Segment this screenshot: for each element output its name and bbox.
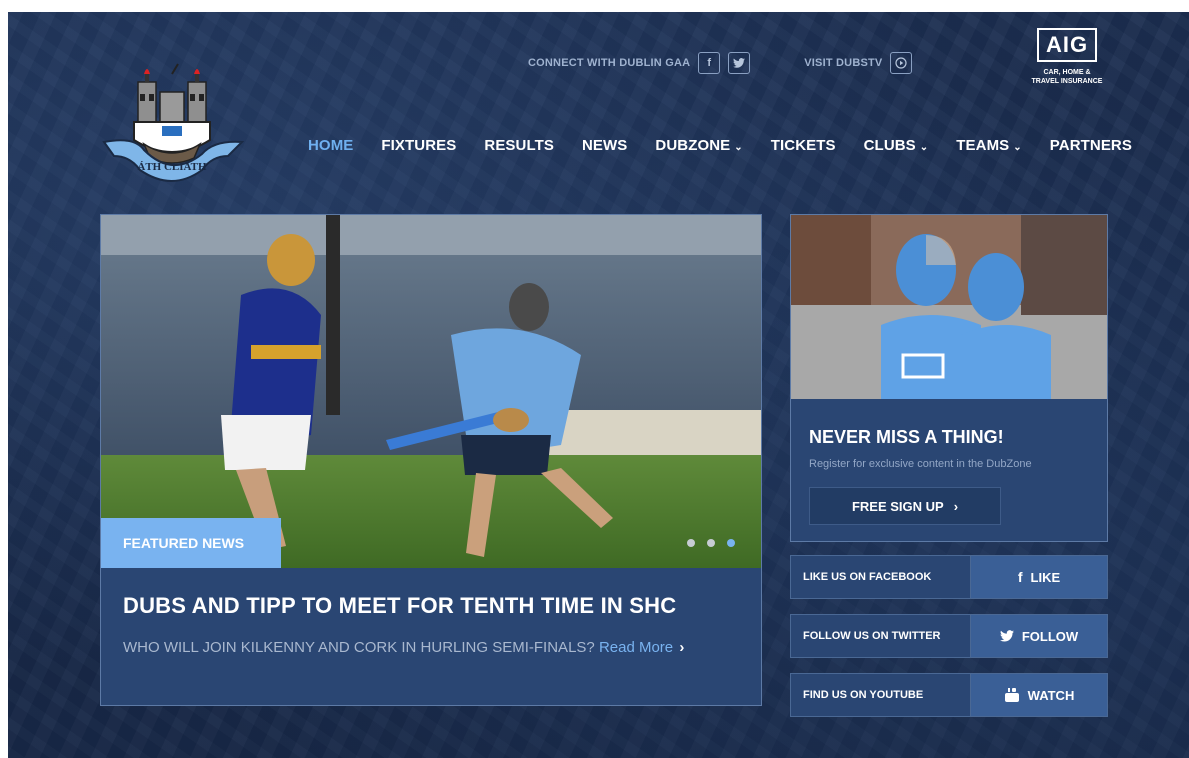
twitter-icon: [999, 630, 1014, 642]
facebook-icon: f: [1017, 569, 1023, 585]
nav-dubzone[interactable]: DUBZONE ⌄: [655, 135, 742, 156]
facebook-like-label: LIKE: [1030, 569, 1061, 585]
nav-home[interactable]: HOME: [308, 135, 353, 156]
twitter-follow-button[interactable]: FOLLOW: [970, 614, 1108, 658]
nav-tickets[interactable]: TICKETS: [771, 135, 836, 156]
twitter-follow-row: FOLLOW US ON TWITTER FOLLOW: [790, 614, 1108, 658]
slider-dots: [687, 539, 735, 547]
chevron-right-icon: ›: [953, 498, 959, 514]
aig-logo-text: AIG: [1037, 28, 1097, 62]
twitter-follow-label: FOLLOW: [1021, 628, 1079, 644]
nav-fixtures[interactable]: FIXTURES: [381, 135, 456, 156]
dublin-gaa-crest-logo[interactable]: ÁTH CLIATH: [100, 54, 245, 184]
slide-dot-1[interactable]: [687, 539, 695, 547]
free-signup-label: FREE SIGN UP: [851, 498, 944, 514]
chevron-down-icon: ⌄: [734, 142, 743, 153]
slide-dot-2[interactable]: [707, 539, 715, 547]
chevron-down-icon: ⌄: [919, 142, 929, 153]
crest-motto: ÁTH CLIATH: [137, 161, 207, 173]
facebook-like-button[interactable]: f LIKE: [970, 555, 1108, 599]
kids-face-paint-photo: [791, 215, 1107, 399]
facebook-like-row: LIKE US ON FACEBOOK f LIKE: [790, 555, 1108, 599]
aig-tagline: CAR, HOME & TRAVEL INSURANCE: [1019, 68, 1115, 86]
youtube-watch-button[interactable]: WATCH: [970, 673, 1108, 717]
youtube-label: FIND US ON YOUTUBE: [790, 673, 970, 717]
nav-clubs[interactable]: CLUBS ⌄: [864, 135, 929, 156]
connect-label: CONNECT WITH DUBLIN GAA: [528, 57, 691, 69]
twitter-label: FOLLOW US ON TWITTER: [790, 614, 970, 658]
nav-news[interactable]: NEWS: [582, 135, 627, 156]
youtube-icon: [1004, 688, 1019, 702]
featured-news-panel[interactable]: FEATURED NEWS DUBS AND TIPP TO MEET FOR …: [100, 214, 762, 706]
read-more-link[interactable]: Read More: [599, 639, 673, 656]
aig-tagline-line-1: CAR, HOME &: [1043, 69, 1091, 76]
facebook-label: LIKE US ON FACEBOOK: [790, 555, 970, 599]
featured-news-badge: FEATURED NEWS: [101, 518, 281, 568]
page: ÁTH CLIATH CONNECT WITH DUBLIN GAA f VIS…: [8, 12, 1189, 758]
hurling-match-photo[interactable]: [101, 215, 761, 568]
dubstv-label[interactable]: VISIT DUBSTV: [804, 57, 882, 69]
news-headline[interactable]: DUBS AND TIPP TO MEET FOR TENTH TIME IN …: [123, 593, 676, 619]
chevron-down-icon: ⌄: [1013, 142, 1022, 153]
signup-description: Register for exclusive content in the Du…: [809, 458, 1032, 470]
facebook-icon[interactable]: f: [698, 52, 721, 74]
nav-partners[interactable]: PARTNERS: [1050, 135, 1132, 156]
aig-tagline-line-2: TRAVEL INSURANCE: [1031, 78, 1103, 85]
slide-dot-3-active[interactable]: [727, 539, 735, 547]
play-icon[interactable]: [890, 52, 913, 74]
twitter-icon[interactable]: [728, 52, 751, 74]
main-navigation: HOME FIXTURES RESULTS NEWS DUBZONE ⌄ TICK…: [308, 135, 1132, 156]
dubzone-signup-card: NEVER MISS A THING! Register for exclusi…: [790, 214, 1108, 542]
youtube-watch-label: WATCH: [1027, 687, 1075, 703]
signup-title: NEVER MISS A THING!: [809, 427, 1004, 447]
top-utility-bar: CONNECT WITH DUBLIN GAA f VISIT DUBSTV: [528, 52, 913, 74]
chevron-right-icon: ›: [679, 639, 685, 656]
nav-teams[interactable]: TEAMS ⌄: [956, 135, 1021, 156]
youtube-watch-row: FIND US ON YOUTUBE WATCH: [790, 673, 1108, 717]
aig-sponsor-logo[interactable]: AIG CAR, HOME & TRAVEL INSURANCE: [1019, 28, 1115, 86]
nav-results[interactable]: RESULTS: [484, 135, 554, 156]
free-signup-button[interactable]: FREE SIGN UP ›: [809, 487, 1001, 525]
news-subtext: WHO WILL JOIN KILKENNY AND CORK IN HURLI…: [123, 639, 684, 656]
news-subtext-text: WHO WILL JOIN KILKENNY AND CORK IN HURLI…: [123, 639, 595, 656]
